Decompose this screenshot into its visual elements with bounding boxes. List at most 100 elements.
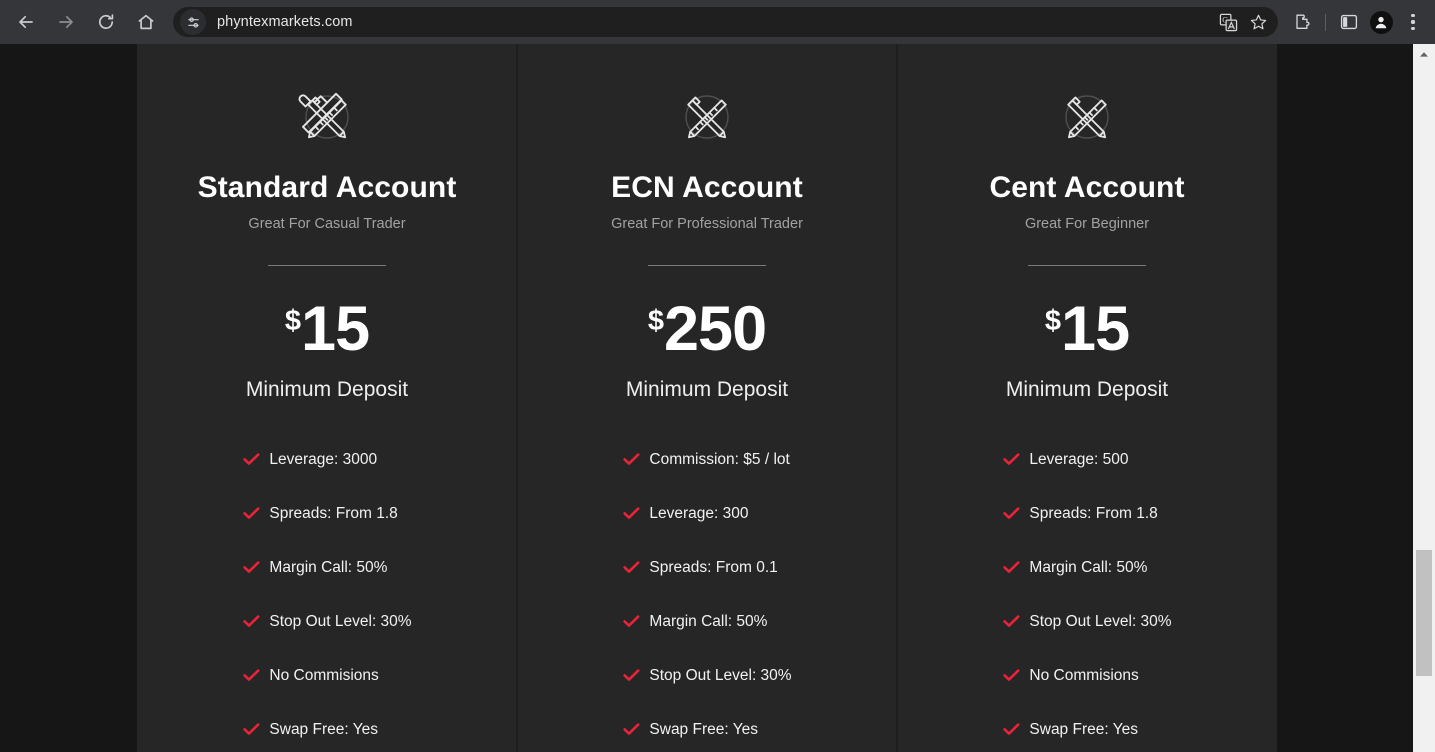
check-icon xyxy=(622,615,640,628)
price-amount: 250 xyxy=(664,294,767,364)
card-price: $ 15 xyxy=(137,294,517,364)
check-icon xyxy=(242,561,260,574)
feature-text: Swap Free: Yes xyxy=(269,720,378,738)
feature-text: Commission: $5 / lot xyxy=(649,450,790,468)
list-item: Spreads: From 0.1 xyxy=(622,541,791,595)
card-subtitle: Great For Beginner xyxy=(1024,216,1150,232)
card-title: Cent Account xyxy=(989,171,1185,204)
ruler-pencil-icon xyxy=(137,81,517,153)
list-item: Leverage: 300 xyxy=(622,487,791,541)
price-amount: 15 xyxy=(1061,294,1130,364)
back-button[interactable] xyxy=(9,5,43,39)
feature-text: Margin Call: 50% xyxy=(649,612,768,630)
card-price: $ 15 xyxy=(897,294,1277,364)
check-icon xyxy=(242,723,260,736)
price-currency: $ xyxy=(284,305,302,337)
pricing-card-standard[interactable]: Standard Account Great For Casual Trader… xyxy=(137,44,517,752)
price-currency: $ xyxy=(1044,305,1062,337)
pricing-card-cent[interactable]: Cent Account Great For Beginner $ 15 Min… xyxy=(896,44,1277,752)
feature-list: Leverage: 500 Spreads: From 1.8 Margin C… xyxy=(1002,433,1172,752)
list-item: Leverage: 3000 xyxy=(242,433,411,487)
feature-text: No Commisions xyxy=(1029,666,1139,684)
profile-button[interactable] xyxy=(1365,6,1397,38)
check-icon xyxy=(1002,561,1020,574)
star-icon xyxy=(1250,14,1266,29)
card-divider xyxy=(268,265,386,266)
feature-list: Commission: $5 / lot Leverage: 300 Sprea… xyxy=(622,433,792,752)
feature-text: Margin Call: 50% xyxy=(269,558,388,576)
side-panel-button[interactable] xyxy=(1333,6,1365,38)
extensions-button[interactable] xyxy=(1286,6,1318,38)
card-price: $ 250 xyxy=(517,294,897,364)
list-item: Margin Call: 50% xyxy=(1002,541,1171,595)
check-icon xyxy=(242,507,260,520)
check-icon xyxy=(1002,615,1020,628)
home-icon xyxy=(138,14,154,30)
check-icon xyxy=(622,453,640,466)
pricing-cards-section: Standard Account Great For Casual Trader… xyxy=(137,44,1277,752)
check-icon xyxy=(622,723,640,736)
page-scrollbar[interactable] xyxy=(1413,44,1435,752)
list-item: Stop Out Level: 30% xyxy=(622,649,792,703)
feature-text: Leverage: 300 xyxy=(649,504,749,522)
list-item: Leverage: 500 xyxy=(1002,433,1171,487)
toolbar-actions xyxy=(1286,6,1429,38)
site-settings-button[interactable] xyxy=(180,9,206,35)
list-item: No Commisions xyxy=(1002,649,1171,703)
feature-text: Swap Free: Yes xyxy=(1029,720,1138,738)
check-icon xyxy=(1002,507,1020,520)
list-item: Stop Out Level: 30% xyxy=(1002,595,1172,649)
feature-text: Leverage: 3000 xyxy=(269,450,378,468)
url-text[interactable]: phyntexmarkets.com xyxy=(217,14,1214,30)
check-icon xyxy=(1002,723,1020,736)
card-subtitle: Great For Professional Trader xyxy=(611,216,803,232)
browser-menu-button[interactable] xyxy=(1397,6,1429,38)
bookmark-button[interactable] xyxy=(1244,8,1272,36)
price-label: Minimum Deposit xyxy=(1005,377,1169,401)
card-title: Standard Account xyxy=(197,171,457,204)
list-item: Margin Call: 50% xyxy=(242,541,411,595)
omnibox[interactable]: phyntexmarkets.com G xyxy=(173,7,1278,37)
card-divider xyxy=(648,265,766,266)
list-item: No Commisions xyxy=(242,649,411,703)
list-item: Stop Out Level: 30% xyxy=(242,595,412,649)
feature-text: Swap Free: Yes xyxy=(649,720,758,738)
check-icon xyxy=(242,669,260,682)
feature-text: Margin Call: 50% xyxy=(1029,558,1148,576)
page-viewport: Standard Account Great For Casual Trader… xyxy=(0,44,1413,752)
reload-icon xyxy=(98,14,114,30)
three-dot-menu-icon xyxy=(1411,14,1415,30)
toolbar-divider xyxy=(1325,13,1326,31)
extensions-puzzle-icon xyxy=(1296,14,1310,29)
list-item: Swap Free: Yes xyxy=(242,703,411,752)
browser-toolbar: phyntexmarkets.com G xyxy=(0,0,1435,44)
check-icon xyxy=(242,453,260,466)
pricing-card-ecn[interactable]: ECN Account Great For Professional Trade… xyxy=(516,44,897,752)
list-item: Spreads: From 1.8 xyxy=(1002,487,1171,541)
list-item: Spreads: From 1.8 xyxy=(242,487,411,541)
check-icon xyxy=(242,615,260,628)
price-amount: 15 xyxy=(301,294,370,364)
feature-text: Leverage: 500 xyxy=(1029,450,1129,468)
list-item: Swap Free: Yes xyxy=(1002,703,1171,752)
check-icon xyxy=(622,561,640,574)
home-button[interactable] xyxy=(129,5,163,39)
feature-text: Spreads: From 1.8 xyxy=(1029,504,1158,522)
check-icon xyxy=(1002,669,1020,682)
price-label: Minimum Deposit xyxy=(245,377,409,401)
translate-button[interactable]: G xyxy=(1214,8,1242,36)
reload-button[interactable] xyxy=(89,5,123,39)
list-item: Commission: $5 / lot xyxy=(622,433,791,487)
ruler-pencil-icon xyxy=(517,81,897,153)
forward-button[interactable] xyxy=(49,5,83,39)
feature-text: No Commisions xyxy=(269,666,379,684)
card-divider xyxy=(1028,265,1146,266)
feature-text: Spreads: From 1.8 xyxy=(269,504,398,522)
scrollbar-thumb[interactable] xyxy=(1416,550,1432,676)
check-icon xyxy=(622,507,640,520)
side-panel-icon xyxy=(1340,14,1358,30)
tune-site-settings-icon xyxy=(187,16,199,28)
back-arrow-icon xyxy=(19,15,33,29)
scroll-up-arrow-icon[interactable] xyxy=(1413,44,1435,64)
feature-list: Leverage: 3000 Spreads: From 1.8 Margin … xyxy=(242,433,412,752)
